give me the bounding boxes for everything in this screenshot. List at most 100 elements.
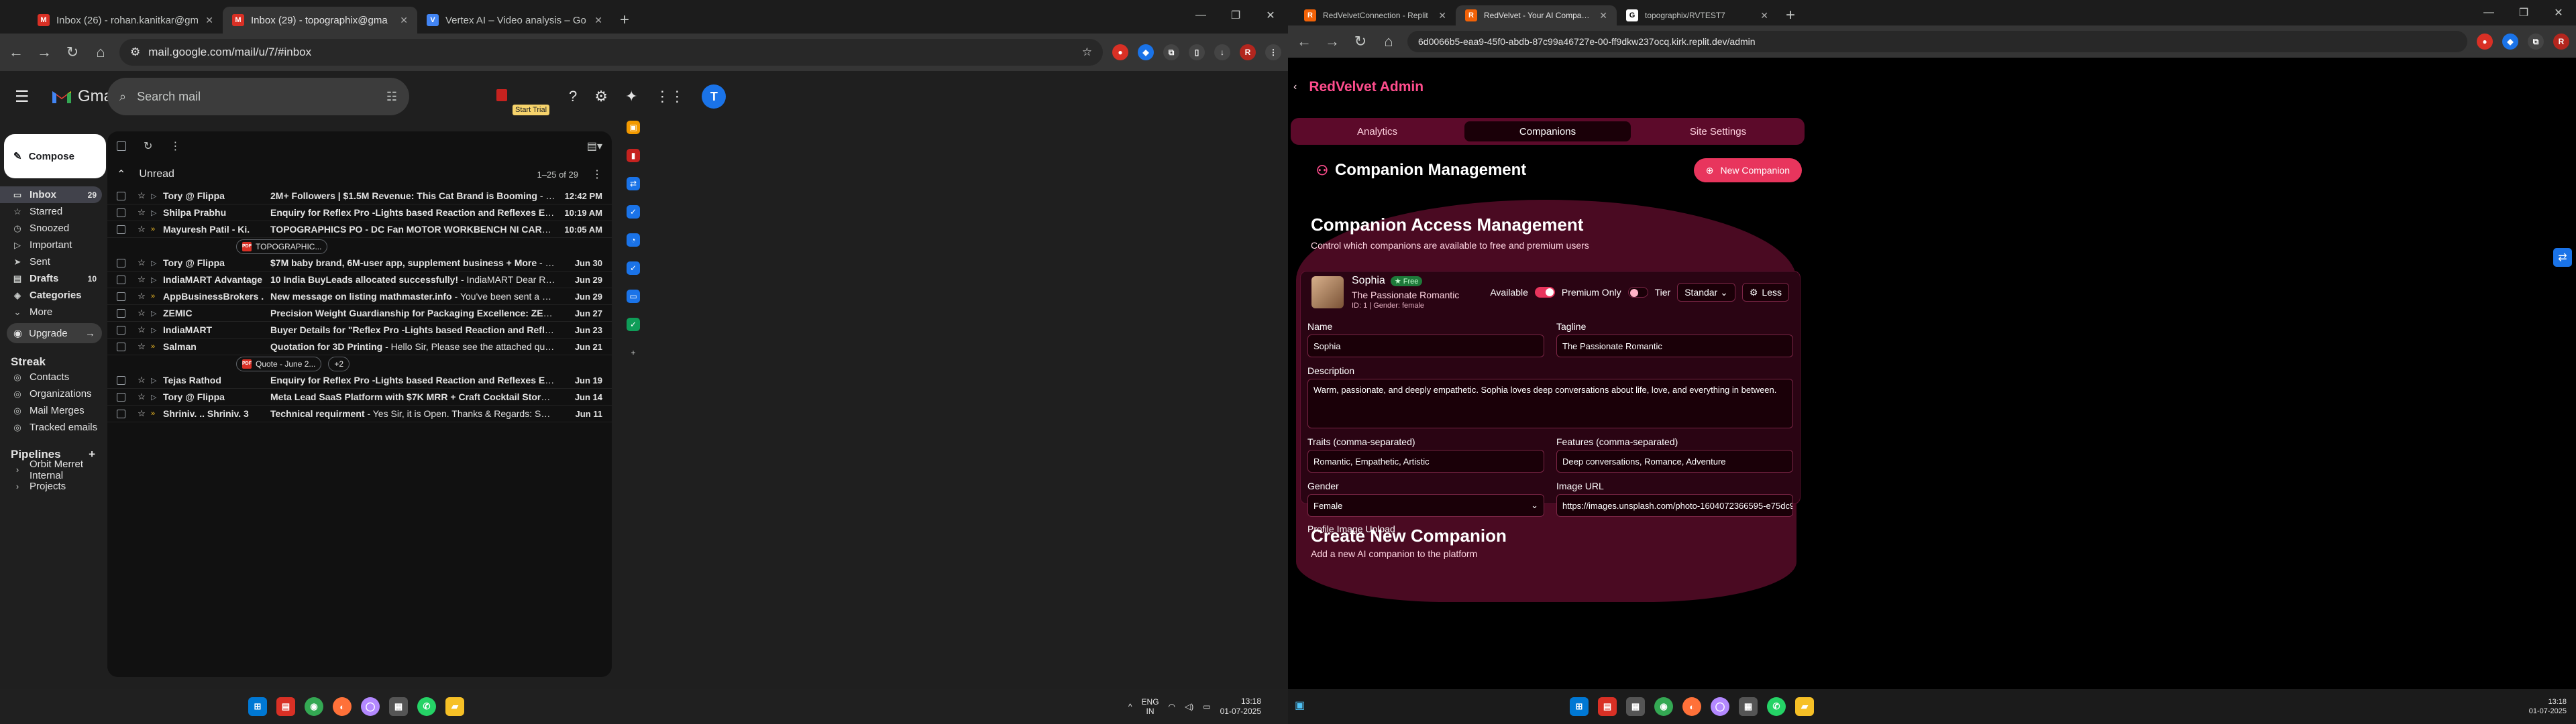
tier-select[interactable]: Standar ⌄ xyxy=(1677,283,1735,302)
start-windows-icon[interactable]: ⊞ xyxy=(1570,697,1589,716)
sidebar-link[interactable]: ◎ Organizations xyxy=(0,385,102,402)
sidebar-link[interactable]: › Projects xyxy=(0,478,102,495)
nav-item-more[interactable]: ⌄ More xyxy=(0,304,102,320)
email-row[interactable]: ☆ ▷ Tory @ Flippa Meta Lead SaaS Platform w… xyxy=(107,389,612,406)
sidebar-link[interactable]: › Orbit Merret Internal xyxy=(0,459,102,481)
email-row[interactable]: ☆ ▷ Tejas Rathod Enquiry for Reflex Pro -Li… xyxy=(107,372,612,389)
nav-item-important[interactable]: ▷ Important xyxy=(0,237,102,253)
taskbar-app-icon[interactable]: ▤ xyxy=(276,697,295,716)
chrome-icon[interactable]: ◉ xyxy=(1654,697,1673,716)
tab-analytics[interactable]: Analytics xyxy=(1294,121,1460,141)
nav-item-drafts[interactable]: ▤ Drafts 10 xyxy=(0,270,102,287)
main-menu-icon[interactable]: ☰ xyxy=(15,87,42,107)
reload-icon[interactable]: ↻ xyxy=(63,44,82,61)
profile-avatar-icon[interactable]: R xyxy=(1240,44,1256,60)
importance-marker-icon[interactable]: » xyxy=(151,343,163,351)
star-icon[interactable]: ☆ xyxy=(132,375,151,385)
extension-icon[interactable]: ● xyxy=(2477,34,2493,50)
sidebar-link[interactable]: ◎ Mail Merges xyxy=(0,402,102,419)
star-icon[interactable]: ☆ xyxy=(132,207,151,218)
browser-tab[interactable]: R RedVelvetConnection - Replit ✕ xyxy=(1295,5,1456,25)
tab-close-icon[interactable]: ✕ xyxy=(1599,10,1607,21)
star-icon[interactable]: ☆ xyxy=(132,274,151,285)
settings-gear-icon[interactable]: ⚙ xyxy=(594,88,608,105)
compose-button[interactable]: ✎ Compose xyxy=(4,134,106,178)
row-checkbox[interactable] xyxy=(117,308,125,318)
tab-close-icon[interactable]: ✕ xyxy=(400,15,408,26)
minimize-icon[interactable]: — xyxy=(2471,0,2506,25)
add-addon-icon[interactable]: + xyxy=(627,346,640,359)
available-toggle[interactable] xyxy=(1534,287,1555,298)
check-icon[interactable]: ✓ xyxy=(627,318,640,331)
gender-select[interactable]: Female ⌄ xyxy=(1307,494,1544,517)
row-checkbox[interactable] xyxy=(117,375,125,385)
less-button[interactable]: ⚙ Less xyxy=(1741,283,1789,302)
forward-icon[interactable]: → xyxy=(1323,33,1342,50)
row-checkbox[interactable] xyxy=(117,275,125,284)
tab-companions[interactable]: Companions xyxy=(1464,121,1631,141)
sidebar-link[interactable]: ◎ Contacts xyxy=(0,369,102,385)
start-trial-badge[interactable]: Start Trial xyxy=(513,105,550,115)
importance-marker-icon[interactable]: ▷ xyxy=(151,376,163,385)
email-row[interactable]: ☆ ▷ Shilpa Prabhu Enquiry for Reflex Pro -L… xyxy=(107,204,612,221)
volume-icon[interactable]: ◁) xyxy=(1185,702,1193,711)
row-checkbox[interactable] xyxy=(117,258,125,267)
restore-icon[interactable]: ❐ xyxy=(2506,0,2541,25)
row-checkbox[interactable] xyxy=(117,392,125,402)
features-field[interactable]: Deep conversations, Romance, Adventure xyxy=(1556,450,1793,473)
menu-dots-icon[interactable]: ⋮ xyxy=(1265,44,1281,60)
nav-item-inbox[interactable]: ▭ Inbox 29 xyxy=(0,186,102,203)
upgrade-button[interactable]: ◉ Upgrade → xyxy=(7,323,102,343)
star-icon[interactable]: ☆ xyxy=(132,341,151,352)
back-icon[interactable]: ← xyxy=(7,44,25,61)
floating-sync-icon[interactable]: ⇄ xyxy=(2553,248,2572,267)
star-icon[interactable]: ☆ xyxy=(132,308,151,318)
importance-marker-icon[interactable]: ▷ xyxy=(151,393,163,402)
importance-marker-icon[interactable]: ▷ xyxy=(151,309,163,318)
terminal-icon[interactable]: ▦ xyxy=(389,697,408,716)
firefox-icon[interactable]: ◐ xyxy=(1682,697,1701,716)
extensions-puzzle-icon[interactable]: ⧉ xyxy=(1163,44,1179,60)
attachment-chip[interactable]: PDF TOPOGRAPHIC... xyxy=(236,239,328,254)
file-explorer-icon[interactable]: ▰ xyxy=(445,697,464,716)
row-checkbox[interactable] xyxy=(117,191,125,200)
restore-icon[interactable]: ❐ xyxy=(1218,0,1253,31)
tab-close-icon[interactable]: ✕ xyxy=(1438,10,1446,21)
name-field[interactable]: Sophia xyxy=(1307,335,1544,357)
whatsapp-icon[interactable]: ✆ xyxy=(1767,697,1786,716)
new-companion-button[interactable]: ⊕ New Companion xyxy=(1693,158,1802,182)
star-icon[interactable]: ☆ xyxy=(132,224,151,235)
start-windows-icon[interactable]: ⊞ xyxy=(248,697,267,716)
select-all-checkbox[interactable] xyxy=(117,141,126,151)
image-url-field[interactable]: https://images.unsplash.com/photo-160407… xyxy=(1556,494,1793,517)
browser-tab[interactable]: R RedVelvet - Your AI Companion ✕ xyxy=(1456,5,1617,25)
browser-tab[interactable]: V Vertex AI – Video analysis – Go ✕ xyxy=(417,7,612,34)
download-icon[interactable]: ↓ xyxy=(1214,44,1230,60)
widgets-icon[interactable]: ▣ xyxy=(1295,699,1305,712)
extension-icon[interactable]: ● xyxy=(1112,44,1128,60)
row-checkbox[interactable] xyxy=(117,409,125,418)
more-attachments-chip[interactable]: +2 xyxy=(328,356,350,371)
traits-field[interactable]: Romantic, Empathetic, Artistic xyxy=(1307,450,1544,473)
contacts-icon[interactable]: ◔ xyxy=(627,233,640,247)
tab-close-icon[interactable]: ✕ xyxy=(594,15,602,26)
tagline-field[interactable]: The Passionate Romantic xyxy=(1556,335,1793,357)
search-input[interactable]: Search mail xyxy=(137,90,376,104)
back-chevron-icon[interactable]: ‹ xyxy=(1293,81,1297,93)
row-checkbox[interactable] xyxy=(117,342,125,351)
close-icon[interactable]: ✕ xyxy=(2541,0,2576,25)
importance-marker-icon[interactable]: » xyxy=(151,410,163,418)
description-field[interactable]: Warm, passionate, and deeply empathetic.… xyxy=(1307,379,1793,428)
new-tab-button[interactable]: + xyxy=(1778,5,1803,25)
tab-close-icon[interactable]: ✕ xyxy=(1760,10,1768,21)
check-circle-icon[interactable]: ✓ xyxy=(627,261,640,275)
streak-icon[interactable] xyxy=(496,88,507,105)
star-icon[interactable]: ☆ xyxy=(132,408,151,419)
extension-icon[interactable]: ◆ xyxy=(2502,34,2518,50)
star-icon[interactable]: ☆ xyxy=(132,391,151,402)
tray-chevron-icon[interactable]: ^ xyxy=(1128,702,1132,711)
importance-marker-icon[interactable]: ▷ xyxy=(151,276,163,284)
taskbar-app-icon[interactable]: ▤ xyxy=(1598,697,1617,716)
url-field[interactable]: ⚙ mail.google.com/mail/u/7/#inbox ☆ xyxy=(119,39,1103,66)
collapse-chevron-icon[interactable]: ⌃ xyxy=(117,168,125,181)
